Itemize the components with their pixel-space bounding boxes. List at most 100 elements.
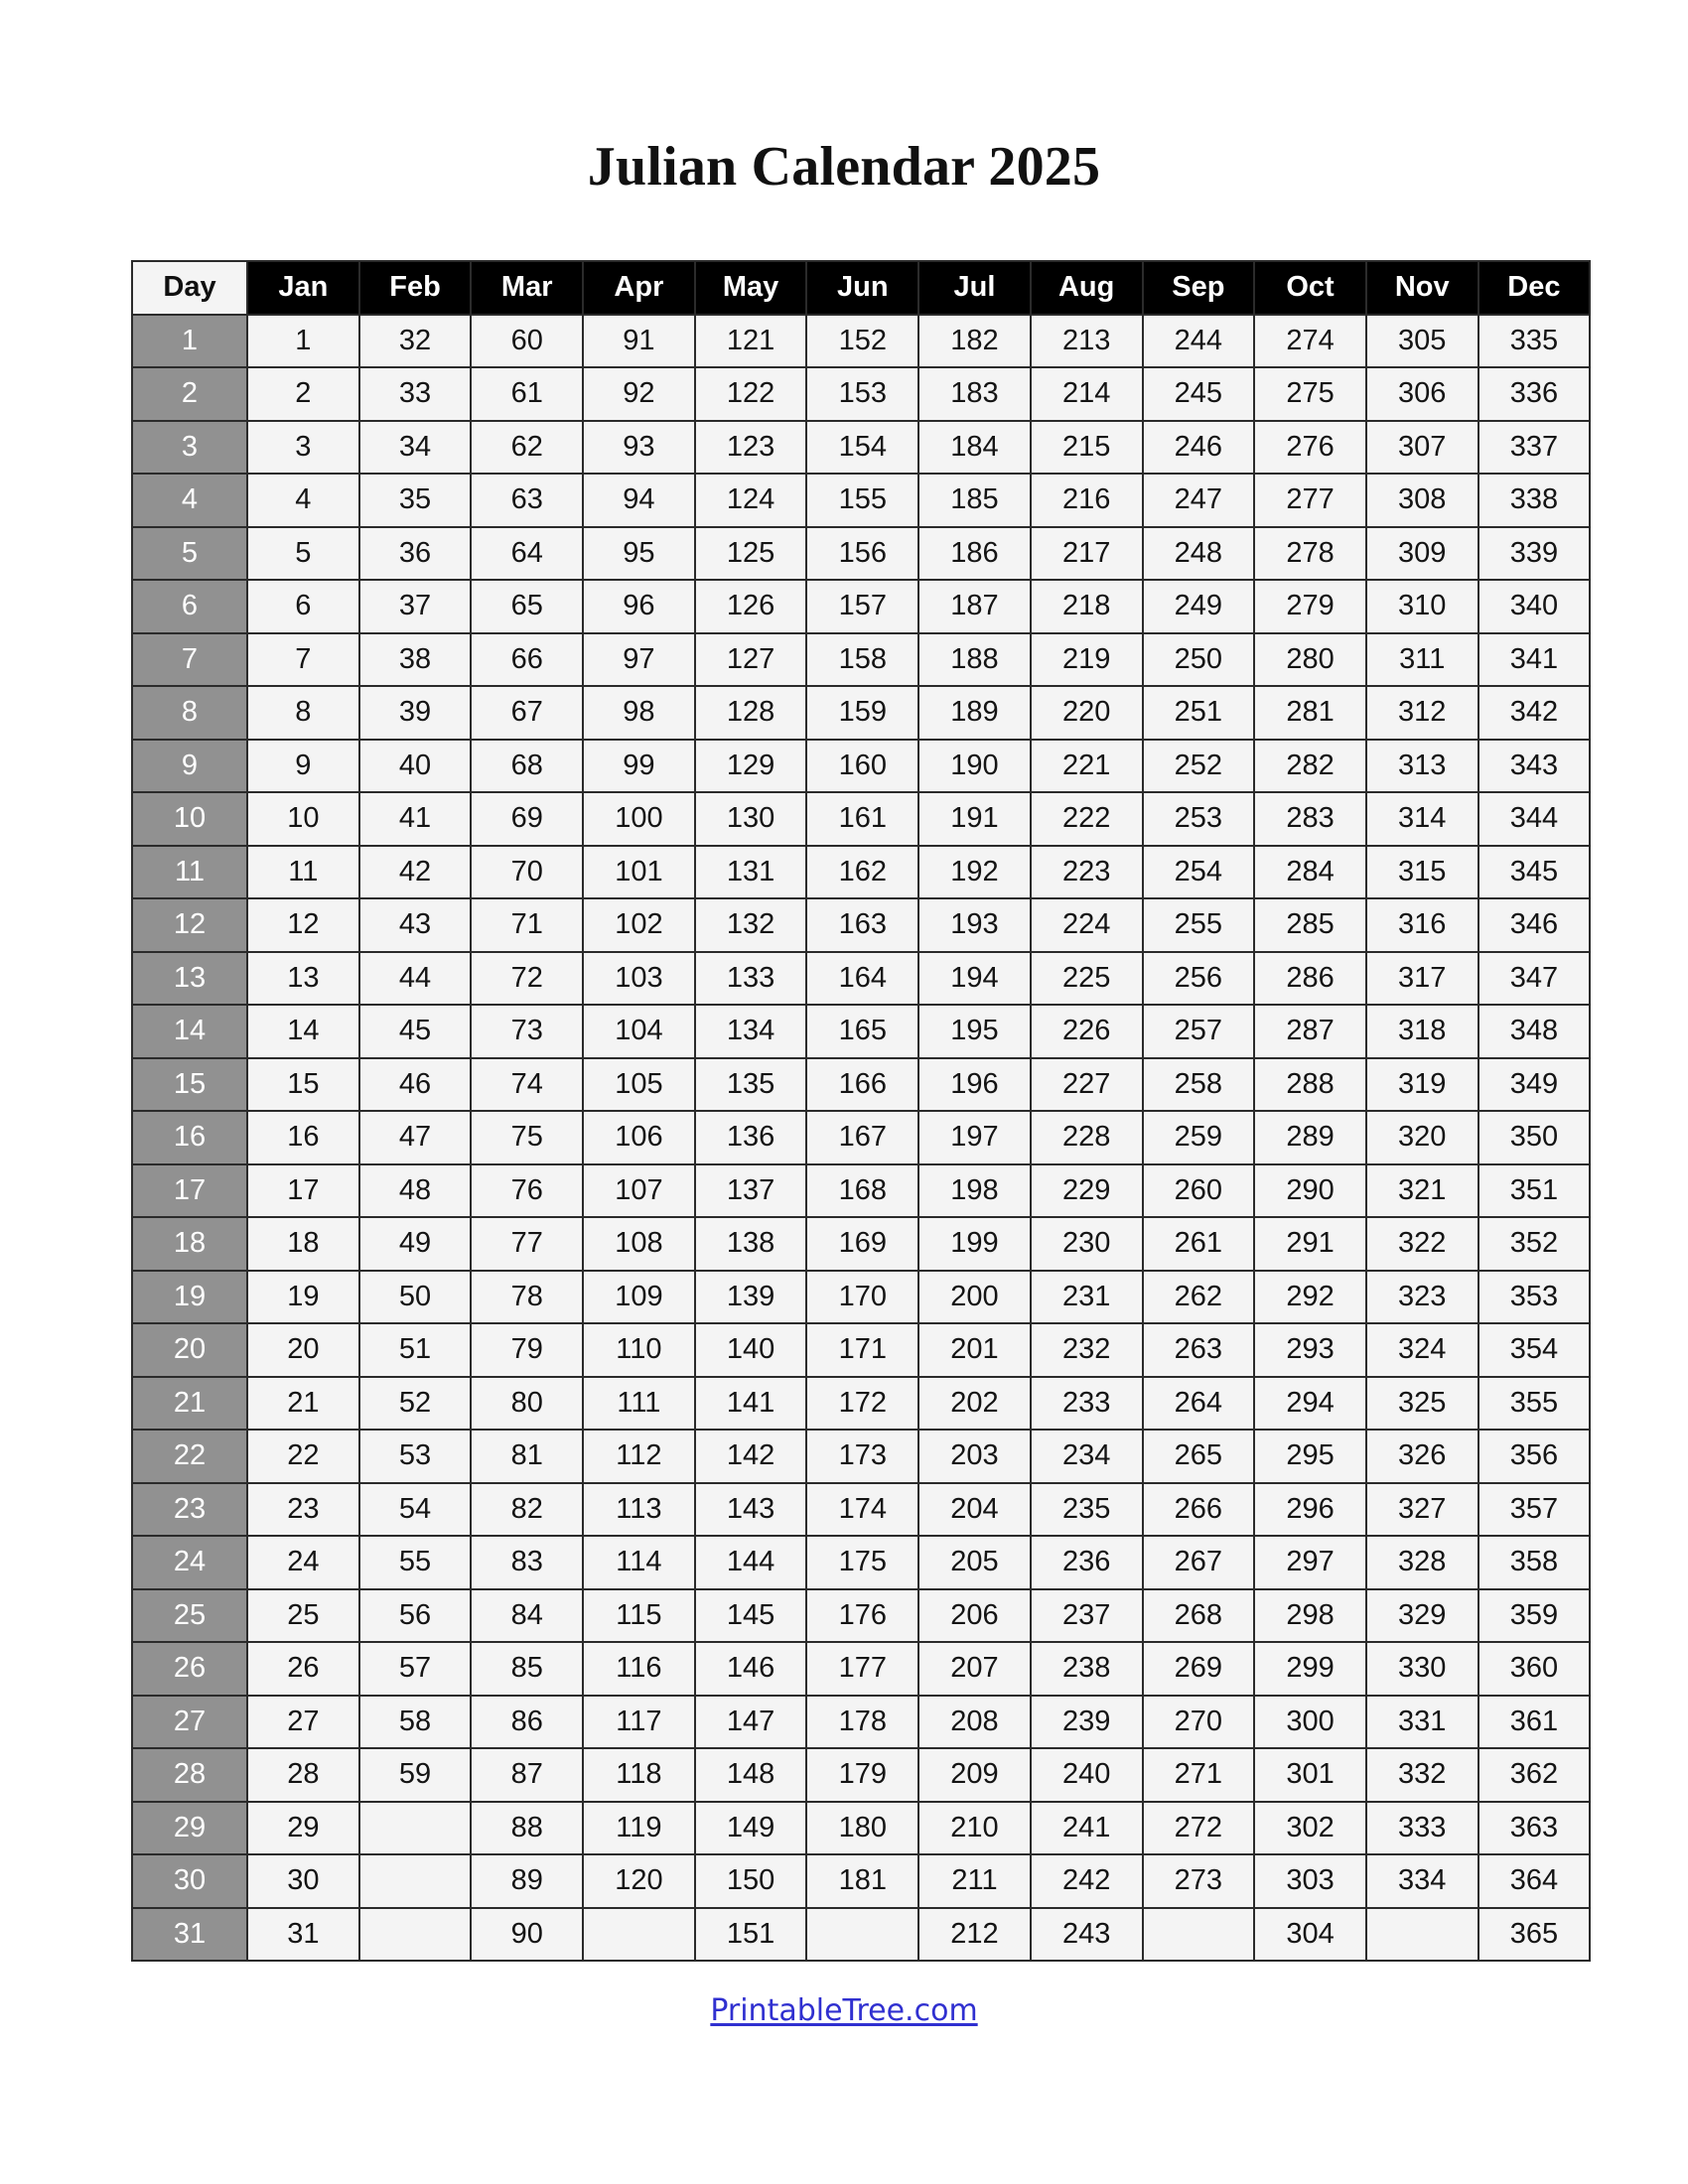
julian-day-cell: 270 bbox=[1141, 1694, 1256, 1749]
table-row: 23 23 54 82 113 143 174 204 235 266 296 327 357 bbox=[131, 1481, 1592, 1537]
julian-day-cell: 150 bbox=[693, 1853, 808, 1909]
day-label-cell: 5 bbox=[131, 525, 248, 581]
table-row: 17 17 48 76 107 137 168 198 229 260 290 321 351 bbox=[131, 1162, 1592, 1218]
julian-day-cell: 33 bbox=[357, 366, 473, 422]
julian-day-cell: 165 bbox=[805, 1004, 920, 1059]
julian-day-cell: 348 bbox=[1477, 1004, 1592, 1059]
table-row: 9 9 40 68 99 129 160 190 221 252 282 313 343 bbox=[131, 738, 1592, 793]
julian-day-cell: 346 bbox=[1477, 897, 1592, 953]
julian-day-cell: 343 bbox=[1477, 738, 1592, 793]
julian-day-cell: 113 bbox=[582, 1481, 696, 1537]
julian-day-cell: 201 bbox=[917, 1322, 1032, 1378]
julian-day-cell: 115 bbox=[582, 1587, 696, 1643]
julian-day-cell: 215 bbox=[1029, 419, 1144, 475]
table-row: 30 30 89 120 150 181 211 242 273 303 334 364 bbox=[131, 1853, 1592, 1909]
julian-day-cell: 123 bbox=[693, 419, 808, 475]
column-header-jan: Jan bbox=[246, 260, 360, 316]
julian-day-cell bbox=[357, 1853, 473, 1909]
julian-day-cell: 264 bbox=[1141, 1375, 1256, 1431]
julian-day-cell: 358 bbox=[1477, 1535, 1592, 1590]
julian-day-cell: 365 bbox=[1477, 1906, 1592, 1962]
julian-day-cell: 265 bbox=[1141, 1429, 1256, 1484]
julian-day-cell: 160 bbox=[805, 738, 920, 793]
julian-day-cell: 306 bbox=[1364, 366, 1479, 422]
julian-day-cell: 122 bbox=[693, 366, 808, 422]
julian-day-cell: 362 bbox=[1477, 1747, 1592, 1803]
table-row: 14 14 45 73 104 134 165 195 226 257 287 318 348 bbox=[131, 1004, 1592, 1059]
julian-day-cell: 34 bbox=[357, 419, 473, 475]
table-row: 6 6 37 65 96 126 157 187 218 249 279 310 340 bbox=[131, 579, 1592, 634]
julian-day-cell: 262 bbox=[1141, 1269, 1256, 1324]
julian-day-cell: 101 bbox=[582, 844, 696, 899]
julian-day-cell: 120 bbox=[582, 1853, 696, 1909]
julian-day-cell: 321 bbox=[1364, 1162, 1479, 1218]
julian-day-cell: 334 bbox=[1364, 1853, 1479, 1909]
julian-day-cell: 317 bbox=[1364, 950, 1479, 1006]
julian-day-cell: 42 bbox=[357, 844, 473, 899]
julian-day-cell: 223 bbox=[1029, 844, 1144, 899]
day-label-cell: 31 bbox=[131, 1906, 248, 1962]
day-label-cell: 20 bbox=[131, 1322, 248, 1378]
julian-day-cell: 315 bbox=[1364, 844, 1479, 899]
julian-day-cell: 205 bbox=[917, 1535, 1032, 1590]
julian-day-cell: 106 bbox=[582, 1110, 696, 1165]
julian-day-cell: 326 bbox=[1364, 1429, 1479, 1484]
julian-day-cell: 32 bbox=[357, 313, 473, 368]
julian-day-cell: 195 bbox=[917, 1004, 1032, 1059]
julian-day-cell: 4 bbox=[246, 473, 360, 528]
julian-day-cell: 154 bbox=[805, 419, 920, 475]
julian-day-cell: 87 bbox=[470, 1747, 585, 1803]
julian-day-cell: 271 bbox=[1141, 1747, 1256, 1803]
julian-day-cell: 20 bbox=[246, 1322, 360, 1378]
table-row: 24 24 55 83 114 144 175 205 236 267 297 328 358 bbox=[131, 1535, 1592, 1590]
julian-day-cell: 251 bbox=[1141, 685, 1256, 741]
julian-day-cell: 234 bbox=[1029, 1429, 1144, 1484]
julian-day-cell: 267 bbox=[1141, 1535, 1256, 1590]
julian-day-cell: 258 bbox=[1141, 1056, 1256, 1112]
julian-day-cell: 57 bbox=[357, 1641, 473, 1697]
julian-day-cell: 255 bbox=[1141, 897, 1256, 953]
julian-day-cell: 92 bbox=[582, 366, 696, 422]
julian-day-cell: 50 bbox=[357, 1269, 473, 1324]
julian-day-cell: 297 bbox=[1253, 1535, 1367, 1590]
julian-day-cell: 260 bbox=[1141, 1162, 1256, 1218]
julian-day-cell: 257 bbox=[1141, 1004, 1256, 1059]
julian-day-cell: 137 bbox=[693, 1162, 808, 1218]
table-row: 26 26 57 85 116 146 177 207 238 269 299 330 360 bbox=[131, 1641, 1592, 1697]
julian-day-cell: 127 bbox=[693, 631, 808, 687]
julian-day-cell: 43 bbox=[357, 897, 473, 953]
day-label-cell: 1 bbox=[131, 313, 248, 368]
julian-day-cell: 183 bbox=[917, 366, 1032, 422]
printabletree-link[interactable]: PrintableTree.com bbox=[710, 1993, 977, 2028]
julian-day-cell: 152 bbox=[805, 313, 920, 368]
julian-day-cell: 5 bbox=[246, 525, 360, 581]
julian-day-cell: 164 bbox=[805, 950, 920, 1006]
table-row: 18 18 49 77 108 138 169 199 230 261 291 322 352 bbox=[131, 1216, 1592, 1272]
julian-day-cell: 303 bbox=[1253, 1853, 1367, 1909]
julian-day-cell: 199 bbox=[917, 1216, 1032, 1272]
julian-day-cell: 340 bbox=[1477, 579, 1592, 634]
table-row: 19 19 50 78 109 139 170 200 231 262 292 323 353 bbox=[131, 1269, 1592, 1324]
julian-day-cell: 283 bbox=[1253, 791, 1367, 847]
julian-day-cell: 247 bbox=[1141, 473, 1256, 528]
table-row: 11 11 42 70 101 131 162 192 223 254 284 315 345 bbox=[131, 844, 1592, 899]
julian-day-cell: 285 bbox=[1253, 897, 1367, 953]
julian-day-cell: 147 bbox=[693, 1694, 808, 1749]
julian-day-cell: 157 bbox=[805, 579, 920, 634]
julian-day-cell: 110 bbox=[582, 1322, 696, 1378]
julian-day-cell: 332 bbox=[1364, 1747, 1479, 1803]
julian-day-cell: 202 bbox=[917, 1375, 1032, 1431]
julian-day-cell: 217 bbox=[1029, 525, 1144, 581]
table-row: 28 28 59 87 118 148 179 209 240 271 301 332 362 bbox=[131, 1747, 1592, 1803]
column-header-dec: Dec bbox=[1477, 260, 1592, 316]
julian-day-cell: 60 bbox=[470, 313, 585, 368]
day-label-cell: 6 bbox=[131, 579, 248, 634]
table-row: 3 3 34 62 93 123 154 184 215 246 276 307 337 bbox=[131, 419, 1592, 475]
julian-day-cell: 188 bbox=[917, 631, 1032, 687]
page-title: Julian Calendar 2025 bbox=[587, 136, 1101, 198]
julian-day-cell: 7 bbox=[246, 631, 360, 687]
julian-day-cell: 29 bbox=[246, 1800, 360, 1855]
table-row: 27 27 58 86 117 147 178 208 239 270 300 331 361 bbox=[131, 1694, 1592, 1749]
julian-day-cell: 144 bbox=[693, 1535, 808, 1590]
column-header-may: May bbox=[693, 260, 808, 316]
